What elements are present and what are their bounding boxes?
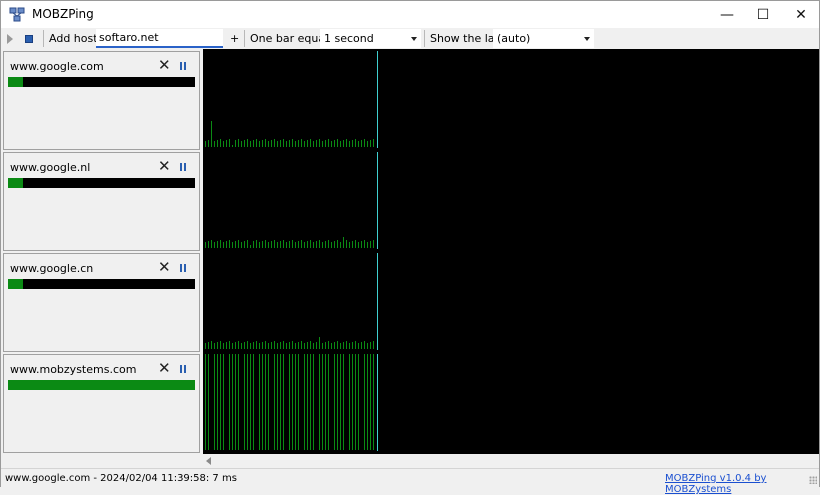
ping-graph-canvas [205,51,378,451]
ping-bar-fill [8,178,23,188]
chevron-down-icon [411,36,417,41]
toolbar: Add host: + One bar equals: 1 second Sho… [1,28,819,49]
toolbar-separator [424,30,425,47]
host-name: www.google.cn [10,262,94,275]
minimize-icon: — [720,6,734,23]
remove-host-icon[interactable]: ✕ [158,58,171,73]
graph-scrollbar[interactable] [203,454,819,468]
pause-icon[interactable] [180,62,186,70]
pause-icon[interactable] [180,365,186,373]
status-bar: www.google.com - 2024/02/04 11:39:58: 7 … [1,468,819,495]
host-name: www.google.com [10,60,104,73]
add-host-label: Add host: [49,32,102,45]
close-button[interactable]: ✕ [778,1,820,28]
title-bar: MOBZPing — ☐ ✕ [1,1,819,28]
show-last-select[interactable]: (auto) [493,29,594,48]
maximize-icon: ☐ [756,6,770,23]
pause-icon[interactable] [180,264,186,272]
add-host-input[interactable] [96,29,223,48]
ping-bar-fill [8,279,23,289]
status-text: www.google.com - 2024/02/04 11:39:58: 7 … [5,473,237,484]
toolbar-separator [244,30,245,47]
app-network-icon [9,7,25,22]
resize-grip-icon[interactable] [809,476,817,484]
stop-icon [25,34,33,43]
remove-host-icon[interactable]: ✕ [158,260,171,275]
start-button[interactable] [7,28,13,49]
ping-bar-fill [8,77,23,87]
window-title: MOBZPing [32,7,94,21]
about-link[interactable]: MOBZPing v1.0.4 by MOBZystems [665,473,819,495]
bar-equals-value: 1 second [324,32,374,45]
host-panel: www.google.com ✕ [3,51,200,150]
remove-host-icon[interactable]: ✕ [158,159,171,174]
host-panel: www.mobzystems.com ✕ [3,354,200,453]
host-name: www.mobzystems.com [10,363,137,376]
remove-host-icon[interactable]: ✕ [158,361,171,376]
ping-graph [203,49,819,454]
host-panel: www.google.nl ✕ [3,152,200,251]
pause-icon[interactable] [180,163,186,171]
plus-icon: + [230,32,240,45]
bar-equals-select[interactable]: 1 second [320,29,421,48]
chevron-down-icon [584,36,590,41]
stop-button[interactable] [25,28,33,49]
host-panel: www.google.cn ✕ [3,253,200,352]
app-window: MOBZPing — ☐ ✕ Add host: + One bar equal… [0,0,820,495]
close-icon: ✕ [795,6,807,23]
ping-bar-track [8,279,195,289]
ping-bar-track [8,178,195,188]
play-icon [7,33,13,44]
scroll-left-icon[interactable] [206,457,211,465]
add-host-button[interactable]: + [230,28,239,49]
show-last-value: (auto) [497,32,531,45]
ping-bar-fill [8,380,195,390]
ping-bar-track [8,77,195,87]
host-name: www.google.nl [10,161,91,174]
toolbar-separator [43,30,44,47]
ping-bar-track [8,380,195,390]
